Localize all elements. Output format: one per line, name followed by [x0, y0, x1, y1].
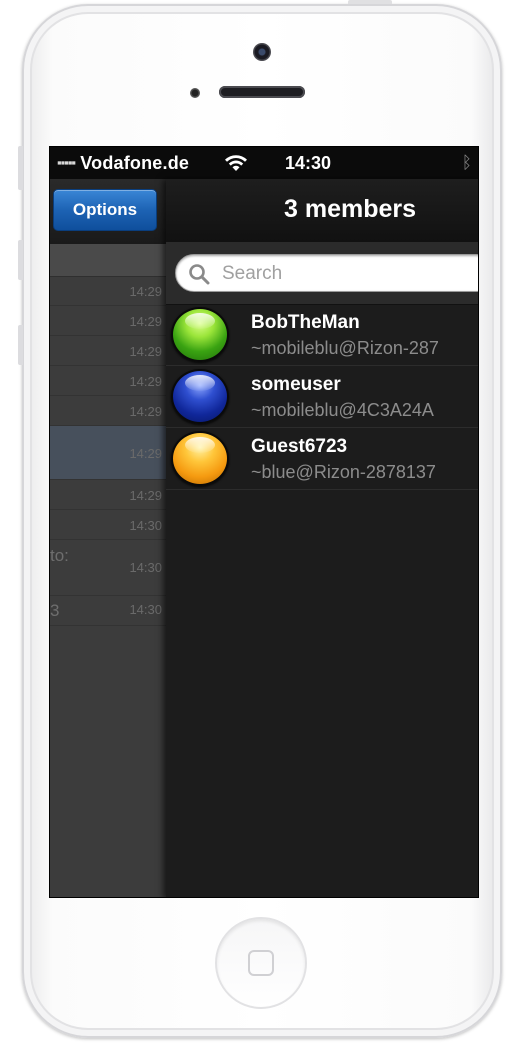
chat-row[interactable]: 14:29	[50, 336, 166, 366]
member-row[interactable]: someuser ~mobileblu@4C3A24A	[166, 366, 478, 428]
mute-switch	[18, 146, 23, 190]
chat-time: 14:30	[129, 518, 162, 533]
chat-time: 14:29	[129, 488, 162, 503]
member-nick: BobTheMan	[251, 312, 360, 333]
front-camera	[253, 43, 271, 61]
member-host: ~mobileblu@Rizon-287	[251, 338, 439, 358]
chat-row-highlighted[interactable]: 14:29	[50, 426, 166, 480]
signal-icon: ▪▪▪▪▪	[57, 155, 76, 170]
search-icon	[189, 264, 210, 285]
chat-text: to:	[50, 546, 69, 565]
chat-row[interactable]: 14:29	[50, 396, 166, 426]
chat-time: 14:29	[129, 374, 162, 389]
home-button[interactable]	[215, 917, 307, 1009]
chat-time: 14:29	[129, 284, 162, 299]
chat-time: 14:29	[129, 404, 162, 419]
status-bar: ▪▪▪▪▪ Vodafone.de 14:30 ᛒ	[50, 147, 478, 179]
chat-time: 14:30	[129, 602, 162, 617]
screen: ▪▪▪▪▪ Vodafone.de 14:30 ᛒ Options 14:29 …	[49, 146, 479, 898]
search-input[interactable]: Search	[175, 254, 478, 292]
search-placeholder: Search	[222, 263, 283, 284]
carrier-name: Vodafone.de	[80, 153, 190, 173]
chat-row[interactable]: to: 14:30	[50, 540, 166, 596]
member-nick: someuser	[251, 374, 341, 395]
chat-row[interactable]: 14:29	[50, 276, 166, 306]
search-bar: Search	[166, 242, 478, 305]
status-orb-icon	[171, 307, 229, 362]
member-nick: Guest6723	[251, 436, 348, 457]
bluetooth-icon: ᛒ	[461, 153, 472, 172]
chat-text: 3	[50, 601, 60, 620]
chat-row[interactable]: 14:29	[50, 480, 166, 510]
member-host: ~blue@Rizon-2878137	[251, 462, 436, 482]
volume-down-button	[18, 325, 23, 365]
chat-row[interactable]: 14:30	[50, 510, 166, 540]
chat-row[interactable]: 14:29	[50, 366, 166, 396]
channel-header-strip	[50, 244, 166, 277]
wifi-icon	[225, 155, 247, 171]
chat-time: 14:29	[129, 446, 162, 461]
chat-time: 14:29	[129, 314, 162, 329]
proximity-sensor	[190, 88, 200, 98]
home-square-icon	[248, 950, 274, 976]
carrier: ▪▪▪▪▪ Vodafone.de	[57, 153, 189, 174]
channel-panel: Options 14:29 14:29 14:29 14:29 14:29 14…	[50, 179, 166, 897]
status-orb-icon	[171, 369, 229, 424]
chat-time: 14:30	[129, 560, 162, 575]
options-button[interactable]: Options	[53, 189, 157, 231]
status-orb-icon	[171, 431, 229, 486]
members-navbar: 3 members	[166, 179, 478, 242]
chat-row[interactable]: 14:29	[50, 306, 166, 336]
member-row[interactable]: BobTheMan ~mobileblu@Rizon-287	[166, 304, 478, 366]
chat-time: 14:29	[129, 344, 162, 359]
chat-row[interactable]: 3 14:30	[50, 596, 166, 626]
member-row[interactable]: Guest6723 ~blue@Rizon-2878137	[166, 428, 478, 490]
members-panel: 3 members Search BobTheMan ~mobileblu@Ri…	[166, 179, 478, 897]
channel-navbar: Options	[50, 179, 166, 244]
members-title: 3 members	[284, 195, 417, 223]
power-button	[348, 0, 392, 4]
earpiece-speaker	[219, 86, 305, 98]
clock: 14:30	[285, 153, 332, 173]
volume-up-button	[18, 240, 23, 280]
member-host: ~mobileblu@4C3A24A	[251, 400, 434, 420]
